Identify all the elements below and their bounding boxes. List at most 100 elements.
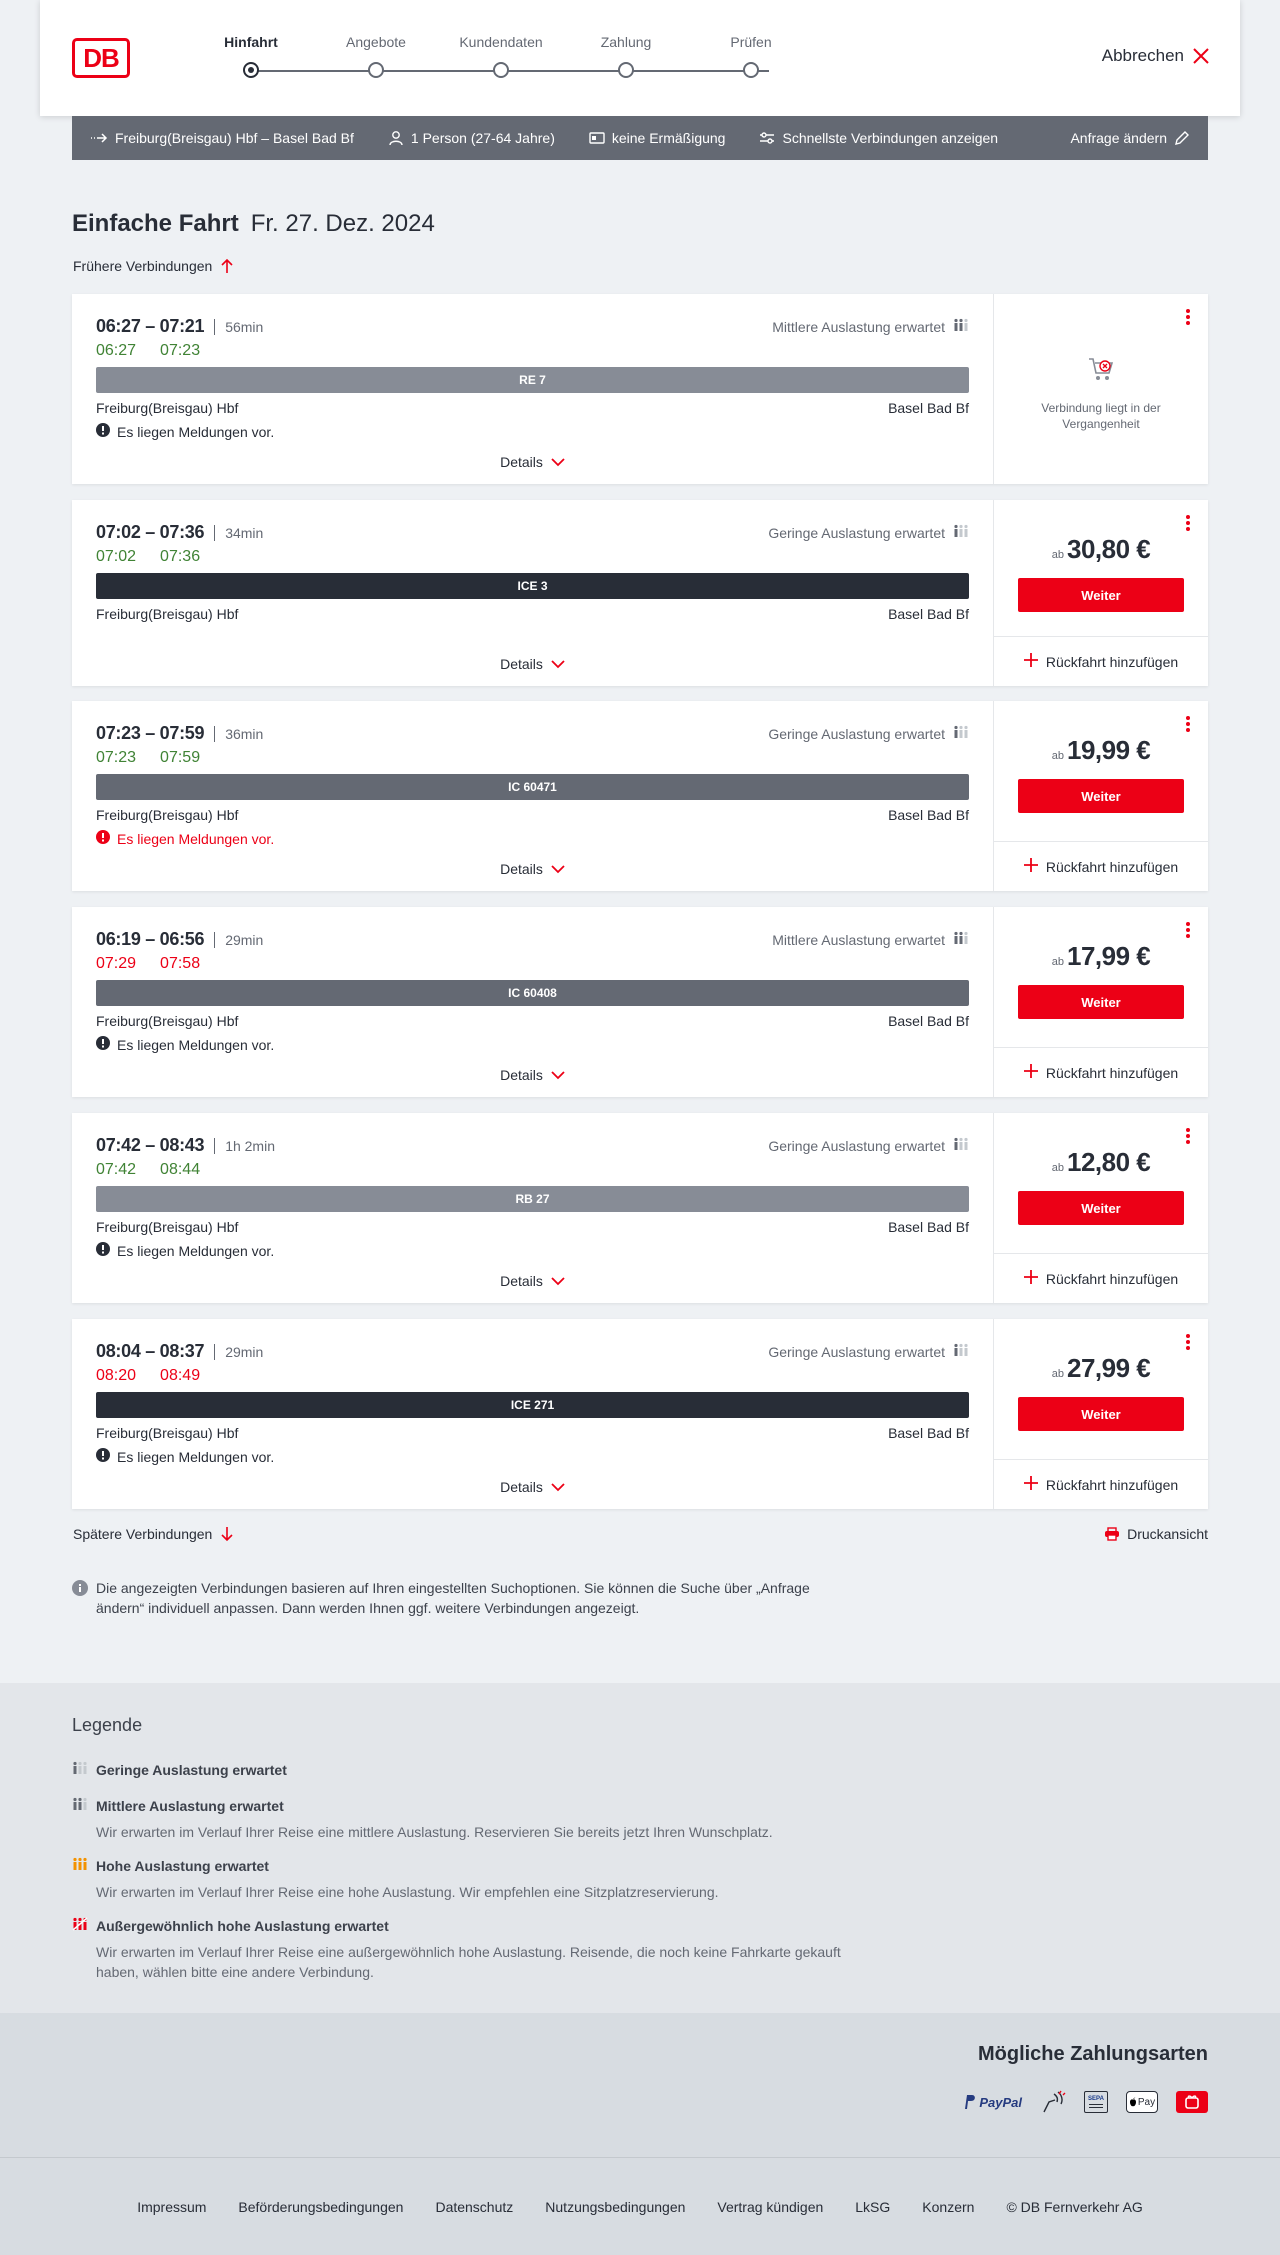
more-options-icon[interactable]: [1184, 308, 1192, 326]
payment-methods-section: Mögliche Zahlungsarten PayPal SEPA Pay: [0, 2013, 1280, 2158]
continue-button[interactable]: Weiter: [1018, 1191, 1184, 1225]
legend-item-description: Wir erwarten im Verlauf Ihrer Reise eine…: [96, 1884, 719, 1900]
connection-card: 06:19 – 06:56 29min 07:29 07:58 Mittlere Aus…: [72, 907, 1208, 1097]
plus-icon: [1023, 1064, 1038, 1081]
arrow-up-icon: [221, 258, 233, 273]
train-bar[interactable]: ICE 271: [96, 1392, 969, 1418]
later-connections-link[interactable]: Spätere Verbindungen: [73, 1526, 234, 1542]
db-logo[interactable]: DB: [72, 38, 130, 78]
notice-message[interactable]: Es liegen Meldungen vor.: [96, 1242, 274, 1259]
offer-panel: ab 12,80 € Weiter Rückfahrt hinzufügen: [994, 1113, 1208, 1303]
occupancy-indicator: Geringe Auslastung erwartet: [768, 1343, 969, 1360]
cancel-button[interactable]: Abbrechen: [1102, 46, 1210, 66]
legend-item-description: Wir erwarten im Verlauf Ihrer Reise eine…: [96, 1824, 773, 1840]
footer-link-nutzungsbedingungen[interactable]: Nutzungsbedingungen: [545, 2199, 685, 2215]
continue-button[interactable]: Weiter: [1018, 578, 1184, 612]
notice-message[interactable]: Es liegen Meldungen vor.: [96, 830, 274, 847]
add-return-label: Rückfahrt hinzufügen: [1045, 858, 1179, 875]
separator: [214, 931, 216, 948]
more-options-icon[interactable]: [1184, 514, 1192, 532]
change-request-button[interactable]: Anfrage ändern: [1070, 130, 1190, 146]
connection-details: 06:19 – 06:56 29min 07:29 07:58 Mittlere Aus…: [72, 907, 994, 1097]
add-return-trip-button[interactable]: Rückfahrt hinzufügen: [994, 636, 1208, 686]
notice-message[interactable]: Es liegen Meldungen vor.: [96, 423, 274, 440]
realtime-departure: 08:20: [96, 1367, 137, 1384]
duration: 29min: [225, 931, 264, 948]
continue-button[interactable]: Weiter: [1018, 985, 1184, 1019]
footer-link-lksg[interactable]: LkSG: [855, 2199, 890, 2215]
add-return-trip-button[interactable]: Rückfahrt hinzufügen: [994, 841, 1208, 891]
footer-copyright: © DB Fernverkehr AG: [1006, 2198, 1143, 2215]
planned-times: 07:23 – 07:59: [96, 723, 205, 743]
separator: [214, 524, 216, 541]
step-angebote: Angebote: [321, 34, 431, 78]
footer-link-datenschutz[interactable]: Datenschutz: [435, 2199, 513, 2215]
step-dot: [618, 62, 634, 78]
occupancy-icon: [72, 1797, 88, 1814]
print-view-link[interactable]: Druckansicht: [1104, 1526, 1208, 1542]
occupancy-indicator: Mittlere Auslastung erwartet: [772, 931, 969, 948]
occupancy-text: Geringe Auslastung erwartet: [768, 1137, 945, 1154]
realtime-row: 07:42 08:44: [96, 1161, 200, 1179]
paypal-text: PayPal: [979, 2094, 1022, 2110]
train-bar[interactable]: ICE 3: [96, 573, 969, 599]
info-icon: [72, 1580, 88, 1596]
discount-summary[interactable]: keine Ermäßigung: [589, 130, 725, 146]
notice-message[interactable]: Es liegen Meldungen vor.: [96, 1448, 274, 1465]
apple-pay-logo: Pay: [1126, 2091, 1158, 2113]
persons-summary[interactable]: 1 Person (27-64 Jahre): [388, 130, 555, 146]
train-bar[interactable]: RE 7: [96, 367, 969, 393]
pencil-icon: [1175, 131, 1189, 145]
legend-section: Legende Geringe Auslastung erwartet Mittl…: [0, 1683, 1280, 2013]
details-toggle[interactable]: Details: [72, 1479, 993, 1495]
details-toggle[interactable]: Details: [72, 1067, 993, 1083]
more-options-icon[interactable]: [1184, 715, 1192, 733]
origin-station: Freiburg(Breisgau) Hbf: [96, 1425, 239, 1441]
footer-link-befoerderungsbedingungen[interactable]: Beförderungsbedingungen: [238, 2199, 403, 2215]
trip-type: Einfache Fahrt: [72, 210, 239, 237]
planned-times: 06:27 – 07:21: [96, 316, 205, 336]
price-prefix: ab: [1051, 750, 1064, 762]
footer-link-konzern[interactable]: Konzern: [922, 2199, 974, 2215]
more-options-icon[interactable]: [1184, 1333, 1192, 1351]
price-prefix: ab: [1051, 1162, 1064, 1174]
add-return-trip-button[interactable]: Rückfahrt hinzufügen: [994, 1253, 1208, 1303]
details-toggle[interactable]: Details: [72, 1273, 993, 1289]
printer-icon: [1105, 1527, 1120, 1541]
destination-station: Basel Bad Bf: [888, 807, 969, 823]
footer-link-impressum[interactable]: Impressum: [137, 2199, 206, 2215]
add-return-trip-button[interactable]: Rückfahrt hinzufügen: [994, 1047, 1208, 1097]
earlier-connections-link[interactable]: Frühere Verbindungen: [73, 258, 234, 274]
continue-button[interactable]: Weiter: [1018, 779, 1184, 813]
legend-item: Hohe Auslastung erwartet Wir erwarten im …: [72, 1857, 872, 1902]
chevron-down-icon: [551, 656, 565, 672]
cancel-label: Abbrechen: [1101, 46, 1184, 65]
train-bar[interactable]: RB 27: [96, 1186, 969, 1212]
occupancy-icon: [72, 1761, 88, 1778]
details-toggle[interactable]: Details: [72, 656, 993, 672]
train-bar[interactable]: IC 60408: [96, 980, 969, 1006]
route-summary[interactable]: Freiburg(Breisgau) Hbf – Basel Bad Bf: [90, 130, 354, 146]
earlier-label: Frühere Verbindungen: [73, 258, 213, 274]
duration: 36min: [225, 725, 264, 742]
details-toggle[interactable]: Details: [72, 861, 993, 877]
details-toggle[interactable]: Details: [72, 454, 993, 470]
add-return-trip-button[interactable]: Rückfahrt hinzufügen: [994, 1459, 1208, 1509]
footer-link-vertrag-kuendigen[interactable]: Vertrag kündigen: [717, 2199, 823, 2215]
connection-details: 07:42 – 08:43 1h 2min 07:42 08:44 Geringe Au…: [72, 1113, 994, 1303]
occupancy-icon: [953, 1137, 969, 1154]
occupancy-indicator: Geringe Auslastung erwartet: [768, 524, 969, 541]
continue-button[interactable]: Weiter: [1018, 1397, 1184, 1431]
train-bar[interactable]: IC 60471: [96, 774, 969, 800]
separator: [214, 1137, 216, 1154]
fastest-summary[interactable]: Schnellste Verbindungen anzeigen: [759, 130, 998, 146]
person-icon: [389, 131, 403, 146]
connection-card: 06:27 – 07:21 56min 06:27 07:23 Mittlere Aus…: [72, 294, 1208, 484]
more-options-icon[interactable]: [1184, 921, 1192, 939]
details-label: Details: [500, 1273, 543, 1289]
destination-station: Basel Bad Bf: [888, 400, 969, 416]
cart-disabled-icon: [1024, 356, 1178, 386]
more-options-icon[interactable]: [1184, 1127, 1192, 1145]
notice-message[interactable]: Es liegen Meldungen vor.: [96, 1036, 274, 1053]
price-amount: 27,99 €: [1067, 1353, 1151, 1383]
